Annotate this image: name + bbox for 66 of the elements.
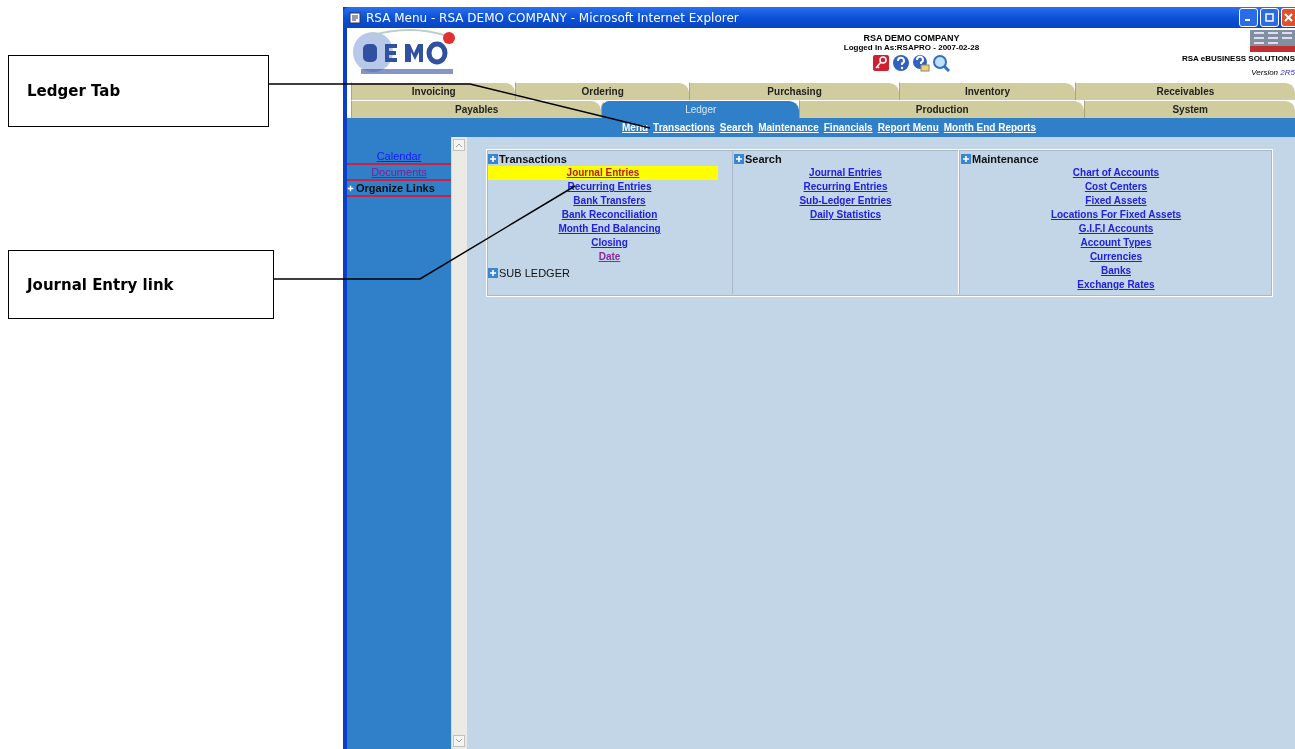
ledger-link[interactable]: Recurring Entries (488, 180, 731, 194)
ledger-link[interactable]: G.I.F.I Accounts (961, 222, 1271, 236)
ledger-link[interactable]: Account Types (961, 236, 1271, 250)
ledger-link[interactable]: Fixed Assets (961, 194, 1271, 208)
ledger-link[interactable]: Closing (488, 236, 731, 250)
window-title: RSA Menu - RSA DEMO COMPANY - Microsoft Internet Explorer (366, 10, 740, 25)
nav-link[interactable]: Menu (622, 122, 649, 133)
scroll-down-icon[interactable] (453, 735, 465, 747)
ledger-link[interactable]: Locations For Fixed Assets (961, 208, 1271, 222)
ledger-link[interactable]: Bank Transfers (488, 194, 731, 208)
expand-icon[interactable] (961, 154, 971, 164)
section-heading: SUB LEDGER (499, 267, 570, 279)
tab[interactable]: Receivables (1074, 82, 1295, 100)
nav-link[interactable]: Search (719, 122, 754, 133)
nav-link[interactable]: Report Menu (877, 122, 939, 133)
ledger-link[interactable]: Chart of Accounts (961, 166, 1271, 180)
section-heading: Search (745, 153, 782, 165)
login-info: Logged In As:RSAPRO - 2007-02-28 (843, 43, 980, 52)
maximize-button[interactable] (1260, 8, 1279, 27)
tab[interactable]: Production (799, 100, 1085, 118)
close-button[interactable] (1281, 8, 1295, 27)
company-name: RSA DEMO COMPANY (863, 33, 960, 43)
section-heading: Transactions (499, 153, 567, 165)
search-icon[interactable] (932, 54, 951, 72)
ledger-link[interactable]: Journal Entries (734, 166, 957, 180)
tab[interactable]: Payables (351, 100, 602, 118)
scrollbar[interactable] (451, 137, 467, 749)
ledger-link[interactable]: Date (488, 250, 731, 264)
key-icon[interactable] (872, 54, 891, 72)
callout-label: Journal Entry link (8, 250, 274, 319)
expand-icon[interactable] (347, 184, 354, 192)
ledger-link[interactable]: Sub-Ledger Entries (734, 194, 957, 208)
vendor-logo (1250, 30, 1295, 52)
minimize-button[interactable] (1239, 8, 1258, 27)
expand-icon[interactable] (488, 154, 498, 164)
ledger-link[interactable]: Bank Reconciliation (488, 208, 731, 222)
ledger-link[interactable]: Month End Balancing (488, 222, 731, 236)
page-icon (349, 11, 361, 24)
sidebar-group-label[interactable]: Organize Links (356, 182, 435, 194)
ledger-link[interactable]: Exchange Rates (961, 278, 1271, 292)
expand-icon[interactable] (734, 154, 744, 164)
section-heading: Maintenance (972, 153, 1039, 165)
tab[interactable]: Purchasing (688, 82, 900, 100)
scroll-up-icon[interactable] (453, 139, 465, 151)
nav-link[interactable]: Maintenance (758, 122, 819, 133)
tab[interactable]: System (1084, 100, 1295, 118)
ledger-link[interactable]: Banks (961, 264, 1271, 278)
maximize-icon (1265, 13, 1274, 22)
ledger-link[interactable]: Daily Statistics (734, 208, 957, 222)
nav-link[interactable]: Month End Reports (943, 122, 1036, 133)
tab[interactable]: Ordering (515, 82, 689, 100)
tab[interactable]: Ledger (601, 100, 800, 118)
help-icon[interactable] (892, 54, 911, 72)
expand-icon[interactable] (488, 268, 498, 278)
vendor-name: RSA eBUSINESS SOLUTIONS (1181, 54, 1295, 63)
nav-link[interactable]: Transactions (653, 122, 715, 133)
nav-link[interactable]: Financials (823, 122, 873, 133)
close-icon (1284, 13, 1293, 22)
ledger-link[interactable]: Cost Centers (961, 180, 1271, 194)
callout-label: Ledger Tab (8, 55, 269, 127)
tab[interactable]: Inventory (899, 82, 1075, 100)
ledger-link[interactable]: Recurring Entries (734, 180, 957, 194)
ledger-link[interactable]: Journal Entries (488, 166, 718, 180)
ledger-link[interactable]: Currencies (961, 250, 1271, 264)
help-mail-icon[interactable] (912, 54, 931, 72)
version-label: Version 2R5 (1251, 68, 1295, 77)
